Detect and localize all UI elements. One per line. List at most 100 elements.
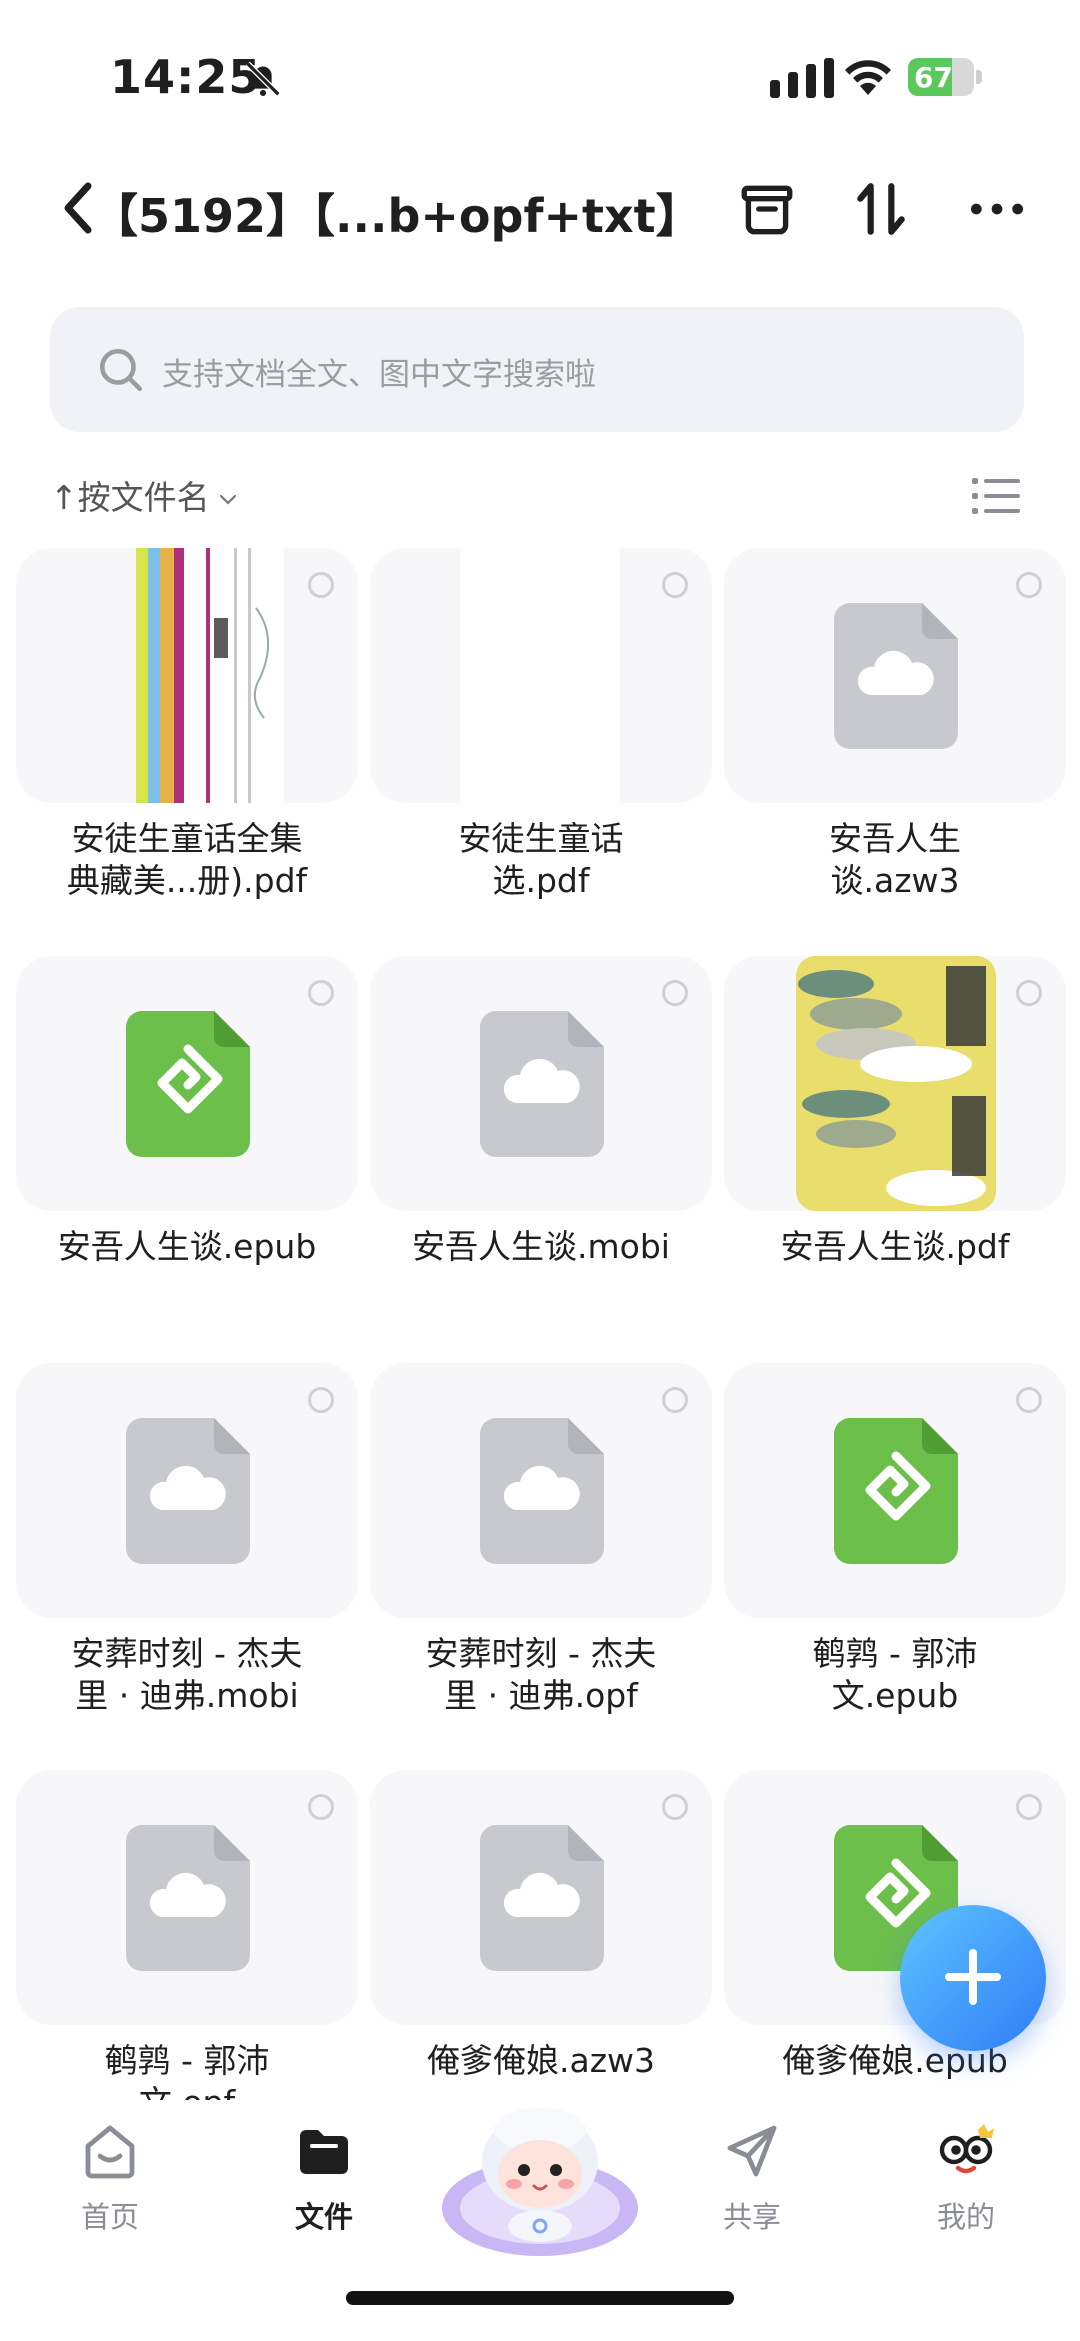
file-item[interactable]: 安吾人生谈.pdf <box>724 956 1066 1356</box>
nav-mine[interactable]: 我的 <box>906 2120 1026 2260</box>
file-name-line2: 谈.azw3 <box>830 861 960 900</box>
file-thumbnail[interactable] <box>370 1363 712 1618</box>
search-icon <box>99 348 143 392</box>
book-cover-thumbnail <box>796 956 996 1211</box>
cloud-file-icon <box>834 603 958 749</box>
nav-home[interactable]: 首页 <box>50 2120 170 2260</box>
file-item[interactable]: 鹌鹑 - 郭沛 文.opf <box>16 1770 358 2108</box>
file-item[interactable]: 俺爹俺娘.azw3 <box>370 1770 712 2108</box>
file-thumbnail[interactable] <box>370 548 712 803</box>
file-name: 安徒生童话全集 典藏美...册).pdf <box>16 818 358 902</box>
file-thumbnail[interactable] <box>16 1363 358 1618</box>
file-name: 俺爹俺娘.azw3 <box>370 2040 712 2082</box>
search-input[interactable]: 支持文档全文、图中文字搜索啦 <box>50 307 1024 432</box>
file-thumbnail[interactable] <box>724 1363 1066 1618</box>
chevron-down-icon <box>219 494 236 505</box>
file-name-line1: 安吾人生谈.pdf <box>780 1227 1010 1266</box>
mascot-avatar-icon[interactable] <box>442 2100 638 2260</box>
nav-share[interactable]: 共享 <box>692 2120 812 2260</box>
select-radio[interactable] <box>308 980 334 1006</box>
select-radio[interactable] <box>1016 1794 1042 1820</box>
cloud-file-icon <box>480 1418 604 1564</box>
select-radio[interactable] <box>662 980 688 1006</box>
nav-share-label: 共享 <box>722 2200 781 2234</box>
file-name-line1: 鹌鹑 - 郭沛 <box>812 1634 978 1673</box>
battery-nub <box>976 70 982 84</box>
header: 【5192】【...b+opf+txt】 <box>0 160 1080 260</box>
select-radio[interactable] <box>1016 1387 1042 1413</box>
file-thumbnail[interactable] <box>16 548 358 803</box>
select-radio[interactable] <box>308 1387 334 1413</box>
profile-face-icon <box>939 2124 994 2174</box>
file-item[interactable]: 安葬时刻 - 杰夫里 · 迪弗.mobi <box>16 1363 358 1763</box>
file-thumbnail[interactable] <box>16 956 358 1211</box>
epub-icon <box>126 1011 250 1157</box>
file-name: 俺爹俺娘.epub <box>724 2040 1066 2082</box>
folder-title: 【5192】【...b+opf+txt】 <box>92 189 702 243</box>
file-item[interactable]: 安吾人生谈.mobi <box>370 956 712 1356</box>
home-icon <box>85 2125 135 2179</box>
file-item[interactable]: 安徒生童话全集 典藏美...册).pdf <box>16 548 358 948</box>
file-name-line1: 安吾人生 <box>829 819 961 858</box>
file-thumbnail[interactable] <box>724 548 1066 803</box>
cloud-file-icon <box>126 1418 250 1564</box>
select-radio[interactable] <box>662 572 688 598</box>
file-item[interactable]: 安葬时刻 - 杰夫里 · 迪弗.opf <box>370 1363 712 1763</box>
file-item[interactable]: 鹌鹑 - 郭沛 文.epub <box>724 1363 1066 1763</box>
file-thumbnail[interactable] <box>724 956 1066 1211</box>
bell-muted-icon <box>245 61 281 97</box>
list-view-icon[interactable] <box>972 475 1020 517</box>
select-radio[interactable] <box>308 1794 334 1820</box>
file-item[interactable]: 安吾人生 谈.azw3 <box>724 548 1066 948</box>
file-name-line2: 选.pdf <box>492 861 590 900</box>
sort-selector[interactable]: ↑按文件名 <box>50 471 238 519</box>
nav-files-label: 文件 <box>294 2200 353 2234</box>
more-icon[interactable] <box>966 178 1028 240</box>
file-name: 安吾人生 谈.azw3 <box>724 818 1066 902</box>
wifi-icon <box>845 60 891 95</box>
blank-cover-thumbnail <box>460 548 620 803</box>
folder-icon <box>300 2130 348 2174</box>
select-radio[interactable] <box>308 572 334 598</box>
file-thumbnail[interactable] <box>16 1770 358 2025</box>
status-bar: 14:25 67 <box>0 0 1080 150</box>
file-name: 安吾人生谈.mobi <box>370 1226 712 1268</box>
book-cover-thumbnail <box>88 548 288 803</box>
file-name: 安葬时刻 - 杰夫里 · 迪弗.opf <box>370 1633 712 1717</box>
file-thumbnail[interactable] <box>370 1770 712 2025</box>
file-thumbnail[interactable] <box>370 956 712 1211</box>
cloud-file-icon <box>126 1825 250 1971</box>
file-name-line1: 俺爹俺娘.azw3 <box>426 2041 656 2080</box>
search-placeholder: 支持文档全文、图中文字搜索啦 <box>162 357 596 393</box>
file-name: 安吾人生谈.epub <box>16 1226 358 1268</box>
nav-mine-label: 我的 <box>936 2200 995 2234</box>
nav-files[interactable]: 文件 <box>264 2120 384 2260</box>
add-button[interactable] <box>900 1905 1046 2051</box>
file-name: 鹌鹑 - 郭沛 文.opf <box>16 2040 358 2108</box>
file-name: 鹌鹑 - 郭沛 文.epub <box>724 1633 1066 1717</box>
file-name-line2: 里 · 迪弗.mobi <box>75 1676 299 1715</box>
file-name: 安葬时刻 - 杰夫里 · 迪弗.mobi <box>16 1633 358 1717</box>
epub-icon <box>834 1418 958 1564</box>
file-name-line2: 文.epub <box>831 1676 959 1715</box>
select-radio[interactable] <box>1016 980 1042 1006</box>
select-radio[interactable] <box>662 1794 688 1820</box>
file-name-line1: 安吾人生谈.epub <box>57 1227 317 1266</box>
cellular-signal-icon <box>770 58 834 98</box>
file-grid: 安徒生童话全集 典藏美...册).pdf 安徒生童话 选.pdf 安吾人生 谈.azw3 安… <box>16 548 1066 2108</box>
nav-home-label: 首页 <box>80 2200 139 2234</box>
file-name: 安吾人生谈.pdf <box>724 1226 1066 1268</box>
sort-arrows-icon[interactable] <box>850 178 912 240</box>
cloud-file-icon <box>480 1825 604 1971</box>
select-radio[interactable] <box>662 1387 688 1413</box>
sort-up-arrow-icon: ↑ <box>50 478 78 517</box>
plus-icon-vertical <box>969 1949 977 2005</box>
select-radio[interactable] <box>1016 572 1042 598</box>
file-name-line1: 安徒生童话 <box>458 819 624 858</box>
file-item[interactable]: 安徒生童话 选.pdf <box>370 548 712 948</box>
file-name-line1: 安徒生童话全集 <box>71 819 303 858</box>
file-name-line2: 里 · 迪弗.opf <box>444 1676 638 1715</box>
archive-box-icon[interactable] <box>736 178 798 240</box>
file-item[interactable]: 安吾人生谈.epub <box>16 956 358 1356</box>
sort-label: 按文件名 <box>77 478 210 517</box>
